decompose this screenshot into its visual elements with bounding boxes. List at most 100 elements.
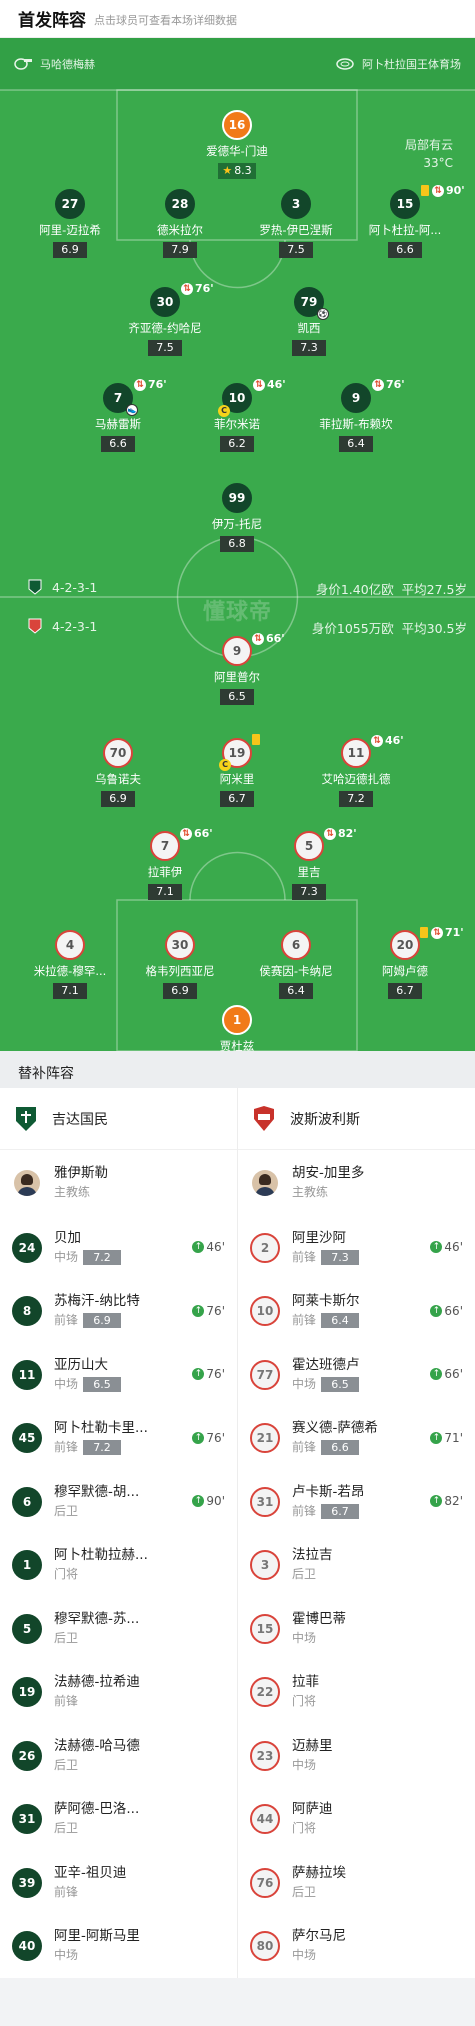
player-number: 4 — [65, 938, 75, 952]
home-coach-row[interactable]: 雅伊斯勒 主教练 — [0, 1150, 237, 1216]
player-rating-value: 6.6 — [109, 437, 127, 450]
lineup-player[interactable]: 11 ⇅ 46' 艾哈迈德扎德 7.2 — [301, 734, 411, 807]
sub-player-row[interactable]: 22 拉菲 门将 — [238, 1661, 475, 1725]
player-rating-value: 8.3 — [234, 164, 252, 177]
sub-player-row[interactable]: 26 法赫德-哈马德 后卫 — [0, 1724, 237, 1788]
away-team-row[interactable]: 波斯波利斯 — [238, 1088, 475, 1150]
player-position: 中场 — [292, 1629, 346, 1648]
lineup-player[interactable]: 10 ⇅ 46' C 菲尔米诺 6.2 — [182, 378, 292, 452]
yellow-card-icon — [420, 927, 428, 938]
player-name: 阿卜杜勒卡里... — [54, 1420, 148, 1437]
lineup-player[interactable]: 79 ⚽ 凯西 7.3 — [254, 287, 364, 356]
sub-out-time: 46' — [267, 378, 286, 391]
sub-player-text: 阿卜杜勒卡里... 前锋 7.2 — [54, 1419, 148, 1457]
sub-player-row[interactable]: 8 苏梅汗-纳比特 前锋 6.9 ↑ 76' — [0, 1280, 237, 1344]
player-name: 阿里-迈拉希 — [39, 223, 101, 237]
home-coach-tag: 马哈德梅赫 — [14, 56, 95, 72]
lineup-player[interactable]: 19 C 阿米里 6.7 — [182, 734, 292, 807]
player-name: 贝加 — [54, 1229, 81, 1246]
lineup-player[interactable]: 30 格韦列西亚尼 6.9 — [125, 930, 235, 999]
lineup-player[interactable]: 4 米拉德-穆罕... 7.1 — [15, 930, 125, 999]
lineup-player[interactable]: 3 罗热-伊巴涅斯 7.5 — [241, 189, 351, 258]
player-number-badge: 80 — [250, 1931, 280, 1962]
player-rating-value: 6.2 — [228, 437, 246, 450]
lineup-player[interactable]: 99 伊万-托尼 6.8 — [182, 483, 292, 552]
lineup-player[interactable]: 1贾杜兹7.5 — [182, 1005, 292, 1051]
lineup-player[interactable]: 20 ⇅ 71' 阿姆卢德 6.7 — [350, 926, 464, 999]
lineup-player[interactable]: 30 ⇅ 76' 齐亚德-约哈尼 7.5 — [110, 282, 220, 356]
lineup-player[interactable]: 15 ⇅ 90' 阿卜杜拉-阿... 6.6 — [350, 184, 465, 258]
sub-player-row[interactable]: 2 阿里沙阿 前锋 7.3 ↑ 46' — [238, 1216, 475, 1280]
sub-player-row[interactable]: 31 卢卡斯-若昂 前锋 6.7 ↑ 82' — [238, 1470, 475, 1534]
player-rating-value: 6.6 — [396, 243, 414, 256]
sub-player-row[interactable]: 15 霍博巴蒂 中场 — [238, 1597, 475, 1661]
sub-in-time: ↑ 76' — [192, 1431, 225, 1445]
lineup-player[interactable]: 28 德米拉尔 7.9 — [125, 189, 235, 258]
yellow-card-icon — [421, 185, 429, 196]
player-position: 中场 6.5 — [292, 1375, 360, 1394]
sub-player-row[interactable]: 1 阿卜杜勒拉赫... 门将 — [0, 1534, 237, 1598]
player-number-badge: 30 ⇅ 76' — [150, 282, 214, 317]
lineup-player[interactable]: 9 ⇅ 66' 阿里普尔 6.5 — [182, 632, 292, 705]
player-rating: 7.2 — [339, 791, 373, 807]
star-icon: ★ — [222, 164, 233, 177]
sub-player-row[interactable]: 39 亚辛-祖贝迪 前锋 — [0, 1851, 237, 1915]
player-number-badge: 1 — [222, 1005, 252, 1035]
player-rating: 6.5 — [321, 1376, 360, 1392]
sub-player-row[interactable]: 10 阿莱卡斯尔 前锋 6.4 ↑ 66' — [238, 1280, 475, 1344]
sub-player-row[interactable]: 23 迈赫里 中场 — [238, 1724, 475, 1788]
temperature: 33°C — [423, 156, 453, 170]
player-number: 3 — [291, 197, 301, 211]
lineup-player[interactable]: 9 ⇅ 76' 菲拉斯-布赖坎 6.4 — [301, 378, 411, 452]
sub-player-row[interactable]: 11 亚历山大 中场 6.5 ↑ 76' — [0, 1343, 237, 1407]
lineup-player[interactable]: 6 侯赛因-卡纳尼 6.4 — [241, 930, 351, 999]
lineup-player[interactable]: 7 ⇅ 76' 👟 马赫雷斯 6.6 — [63, 378, 173, 452]
player-rating: 6.5 — [83, 1376, 122, 1392]
sub-player-row[interactable]: 44 阿萨迪 门将 — [238, 1788, 475, 1852]
stadium-name: 阿卜杜拉国王体育场 — [362, 58, 461, 71]
sub-in-time: ↑ 76' — [192, 1367, 225, 1381]
player-number-badge: 15 — [250, 1613, 280, 1644]
sub-player-row[interactable]: 31 萨阿德-巴洛... 后卫 — [0, 1788, 237, 1852]
player-name: 霍达班德卢 — [292, 1356, 360, 1373]
sub-player-row[interactable]: 80 萨尔马尼 中场 — [238, 1915, 475, 1979]
lineup-player[interactable]: 27 阿里-迈拉希 6.9 — [15, 189, 125, 258]
player-number-badge: 76 — [250, 1867, 280, 1898]
player-number-badge: 44 — [250, 1804, 280, 1835]
home-team-name: 吉达国民 — [52, 1111, 108, 1128]
sub-out-time: 66' — [266, 632, 285, 645]
sub-player-row[interactable]: 5 穆罕默德-苏... 后卫 — [0, 1597, 237, 1661]
sub-player-row[interactable]: 77 霍达班德卢 中场 6.5 ↑ 66' — [238, 1343, 475, 1407]
lineup-player[interactable]: 5 ⇅ 82' 里吉 7.3 — [254, 827, 364, 900]
sub-player-text: 穆罕默德-苏... 后卫 — [54, 1610, 139, 1648]
player-position-text: 后卫 — [54, 1821, 79, 1836]
sub-player-row[interactable]: 3 法拉吉 后卫 — [238, 1534, 475, 1598]
player-position-text: 中场 — [292, 1630, 317, 1645]
player-number-badge: 21 — [250, 1423, 280, 1454]
sub-player-row[interactable]: 45 阿卜杜勒卡里... 前锋 7.2 ↑ 76' — [0, 1407, 237, 1471]
sub-in-time: ↑ 66' — [430, 1304, 463, 1318]
player-name: 伊万-托尼 — [211, 517, 263, 531]
lineup-player[interactable]: 7 ⇅ 66' 拉菲伊 7.1 — [110, 827, 220, 900]
player-rating: 6.8 — [220, 536, 254, 552]
player-position: 后卫 — [292, 1883, 346, 1902]
lineup-player[interactable]: 70 乌鲁诺夫 6.9 — [63, 738, 173, 807]
event-tags — [252, 734, 263, 745]
home-team-row[interactable]: 吉达国民 — [0, 1088, 237, 1150]
sub-player-row[interactable]: 76 萨赫拉埃 后卫 — [238, 1851, 475, 1915]
sub-player-row[interactable]: 24 贝加 中场 7.2 ↑ 46' — [0, 1216, 237, 1280]
sub-player-text: 阿莱卡斯尔 前锋 6.4 — [292, 1292, 360, 1330]
player-position-text: 后卫 — [54, 1503, 79, 1518]
sub-player-row[interactable]: 21 赛义德-萨德希 前锋 6.6 ↑ 71' — [238, 1407, 475, 1471]
away-coach-row[interactable]: 胡安-加里多 主教练 — [238, 1150, 475, 1216]
player-number-badge: 15 ⇅ 90' — [390, 184, 465, 219]
sub-player-row[interactable]: 19 法赫德-拉希迪 前锋 — [0, 1661, 237, 1725]
sub-player-row[interactable]: 40 阿里-阿斯马里 中场 — [0, 1915, 237, 1979]
sub-player-row[interactable]: 6 穆罕默德-胡... 后卫 ↑ 90' — [0, 1470, 237, 1534]
away-team-name: 波斯波利斯 — [290, 1111, 360, 1128]
player-number: 28 — [171, 197, 189, 211]
sub-out-icon: ⇅ — [253, 378, 265, 391]
lineup-player[interactable]: 16 爱德华-门迪 ★ 8.3 — [182, 110, 292, 179]
player-number: 19 — [228, 746, 246, 760]
away-formation: 4-2-3-1 — [28, 618, 97, 634]
